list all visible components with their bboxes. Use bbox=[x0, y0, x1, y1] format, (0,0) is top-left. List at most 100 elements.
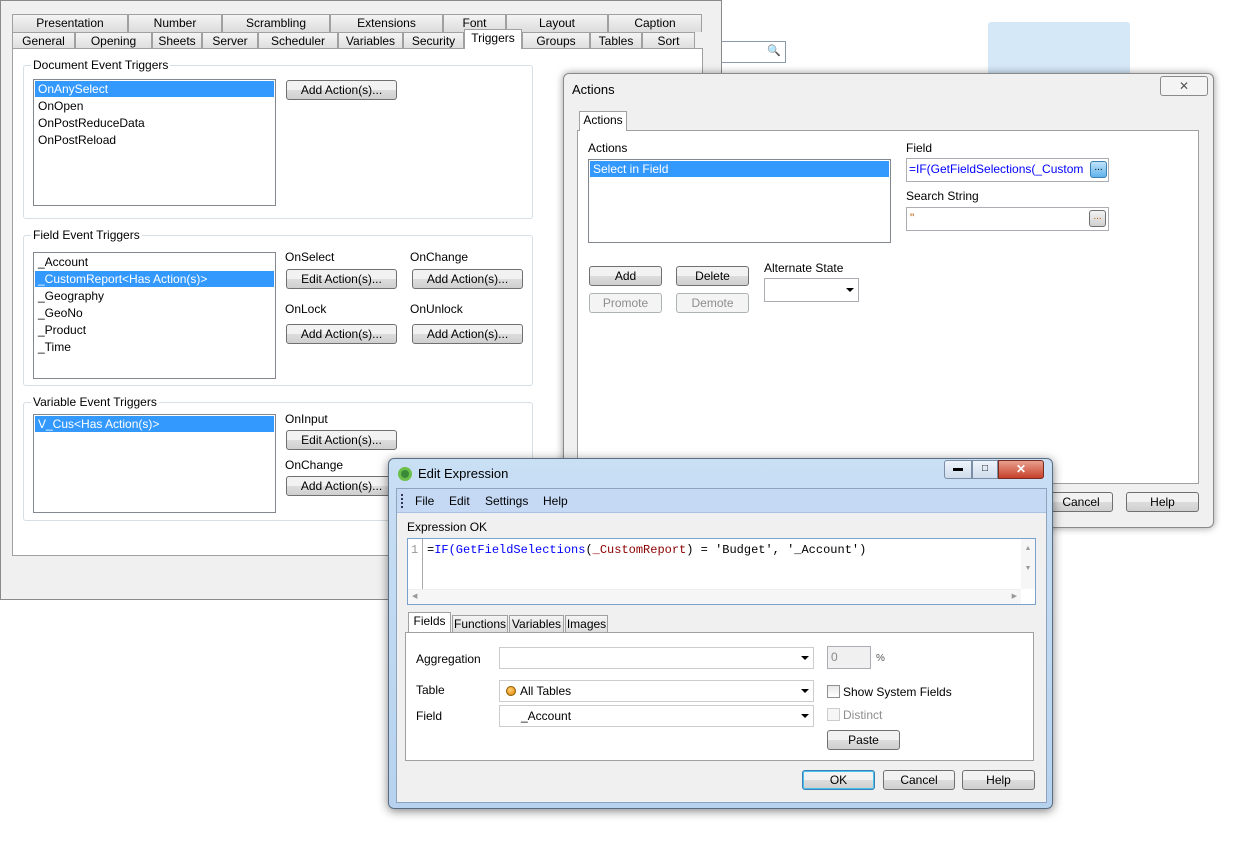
expr-token: IF(GetFieldSelections bbox=[434, 543, 586, 557]
onlock-add-action-button[interactable]: Add Action(s)... bbox=[286, 324, 397, 344]
variable-triggers-list[interactable]: V_Cus<Has Action(s)> bbox=[33, 414, 276, 513]
onunlock-label: OnUnlock bbox=[410, 302, 463, 316]
gutter-divider bbox=[422, 539, 423, 589]
delete-button[interactable]: Delete bbox=[676, 266, 749, 286]
tab-actions[interactable]: Actions bbox=[579, 111, 627, 131]
onselect-label: OnSelect bbox=[285, 250, 335, 264]
tab-functions[interactable]: Functions bbox=[452, 615, 508, 633]
maximize-button[interactable]: □ bbox=[972, 460, 998, 479]
close-button[interactable]: ✕ bbox=[1160, 76, 1208, 96]
expr-token: ) = 'Budget', '_Account') bbox=[686, 543, 867, 557]
cancel-button[interactable]: Cancel bbox=[883, 770, 955, 790]
search-string-expression-button[interactable]: ... bbox=[1089, 210, 1106, 227]
add-button[interactable]: Add bbox=[589, 266, 662, 286]
tab-extensions[interactable]: Extensions bbox=[330, 14, 443, 32]
dialog-title: Actions bbox=[572, 82, 615, 97]
list-item[interactable]: _Account bbox=[35, 254, 274, 270]
onchange-label: OnChange bbox=[285, 458, 344, 472]
help-button[interactable]: Help bbox=[962, 770, 1035, 790]
dialog-title: Edit Expression bbox=[418, 466, 509, 481]
promote-button[interactable]: Promote bbox=[589, 293, 662, 313]
search-icon: 🔍 bbox=[767, 45, 781, 57]
percent-sign: % bbox=[876, 653, 885, 664]
list-item[interactable]: _GeoNo bbox=[35, 305, 274, 321]
tab-presentation[interactable]: Presentation bbox=[12, 14, 128, 32]
onchange-add-action-button[interactable]: Add Action(s)... bbox=[286, 476, 397, 496]
table-value: All Tables bbox=[520, 684, 572, 698]
list-item[interactable]: _CustomReport<Has Action(s)> bbox=[35, 271, 274, 287]
tab-fields[interactable]: Fields bbox=[408, 612, 451, 632]
qlik-logo-icon bbox=[398, 467, 412, 481]
add-action-button[interactable]: Add Action(s)... bbox=[286, 80, 397, 100]
paste-button[interactable]: Paste bbox=[827, 730, 900, 750]
table-dot-icon bbox=[506, 686, 516, 696]
ok-button[interactable]: OK bbox=[802, 770, 875, 790]
field-event-triggers-group: Field Event Triggers _Account _CustomRepo… bbox=[23, 228, 533, 386]
onchange-add-action-button[interactable]: Add Action(s)... bbox=[412, 269, 523, 289]
expression-text: =IF(GetFieldSelections(_CustomReport) = … bbox=[427, 543, 866, 557]
help-button[interactable]: Help bbox=[1126, 492, 1199, 512]
distinct-checkbox[interactable] bbox=[827, 708, 840, 721]
actions-list[interactable]: Select in Field bbox=[588, 159, 891, 243]
show-system-fields-checkbox[interactable] bbox=[827, 685, 840, 698]
tab-images[interactable]: Images bbox=[565, 615, 608, 633]
fields-panel: Aggregation 0 % Table All Tables Show Sy… bbox=[405, 632, 1034, 761]
list-item[interactable]: OnOpen bbox=[35, 98, 274, 114]
list-item[interactable]: Select in Field bbox=[590, 161, 889, 177]
minimize-button[interactable]: ▬ bbox=[944, 460, 972, 479]
tab-number[interactable]: Number bbox=[128, 14, 222, 32]
menu-help[interactable]: Help bbox=[543, 494, 568, 508]
cancel-button[interactable]: Cancel bbox=[1049, 492, 1113, 512]
field-triggers-list[interactable]: _Account _CustomReport<Has Action(s)> _Geo… bbox=[33, 252, 276, 379]
onunlock-add-action-button[interactable]: Add Action(s)... bbox=[412, 324, 523, 344]
demote-button[interactable]: Demote bbox=[676, 293, 749, 313]
tab-triggers[interactable]: Triggers bbox=[464, 29, 522, 49]
field-select[interactable]: _Account bbox=[499, 705, 814, 727]
line-number: 1 bbox=[411, 543, 419, 557]
search-string-input[interactable]: " ... bbox=[906, 207, 1109, 231]
field-value: _Account bbox=[521, 709, 572, 723]
list-item[interactable]: OnAnySelect bbox=[35, 81, 274, 97]
menu-file[interactable]: File bbox=[415, 494, 434, 508]
field-expression-button[interactable]: ... bbox=[1090, 161, 1107, 178]
expression-editor[interactable]: 1 =IF(GetFieldSelections(_CustomReport) … bbox=[407, 538, 1036, 605]
expr-token: _CustomReport bbox=[592, 543, 687, 557]
list-item[interactable]: _Time bbox=[35, 339, 274, 355]
horizontal-scrollbar[interactable]: ◀ ▶ bbox=[408, 589, 1021, 604]
distinct-label: Distinct bbox=[843, 708, 883, 722]
table-select[interactable]: All Tables bbox=[499, 680, 814, 702]
field-value: =IF(GetFieldSelections(_Custom bbox=[909, 162, 1084, 176]
field-label: Field bbox=[416, 709, 443, 723]
document-triggers-list[interactable]: OnAnySelect OnOpen OnPostReduceData OnPostR… bbox=[33, 79, 276, 206]
show-system-fields-label: Show System Fields bbox=[843, 685, 952, 699]
menu-bar: File Edit Settings Help bbox=[397, 489, 1046, 513]
edit-expression-dialog: Edit Expression ▬ □ ✕ File Edit Settings… bbox=[388, 458, 1053, 809]
tab-scrambling[interactable]: Scrambling bbox=[222, 14, 330, 32]
alternate-state-select[interactable] bbox=[764, 278, 859, 302]
list-item[interactable]: OnPostReduceData bbox=[35, 115, 274, 131]
list-item[interactable]: V_Cus<Has Action(s)> bbox=[35, 416, 274, 432]
list-item[interactable]: OnPostReload bbox=[35, 132, 274, 148]
aggregation-select[interactable] bbox=[499, 647, 814, 669]
close-button[interactable]: ✕ bbox=[998, 460, 1044, 479]
tab-caption[interactable]: Caption bbox=[608, 14, 702, 32]
menu-settings[interactable]: Settings bbox=[485, 494, 528, 508]
list-item[interactable]: _Product bbox=[35, 322, 274, 338]
onselect-edit-action-button[interactable]: Edit Action(s)... bbox=[286, 269, 397, 289]
chevron-down-icon bbox=[801, 656, 809, 660]
tab-variables[interactable]: Variables bbox=[509, 615, 564, 633]
grip-icon bbox=[401, 494, 403, 508]
percent-input[interactable]: 0 bbox=[827, 646, 871, 669]
table-label: Table bbox=[416, 683, 445, 697]
chevron-down-icon bbox=[801, 714, 809, 718]
oninput-edit-action-button[interactable]: Edit Action(s)... bbox=[286, 430, 397, 450]
field-input[interactable]: =IF(GetFieldSelections(_Custom ... bbox=[906, 158, 1109, 182]
search-string-value: " bbox=[910, 211, 915, 225]
list-item[interactable]: _Geography bbox=[35, 288, 274, 304]
chevron-down-icon bbox=[846, 288, 854, 292]
expression-body: File Edit Settings Help Expression OK 1 … bbox=[396, 488, 1047, 803]
vertical-scrollbar[interactable]: ▲ ▼ bbox=[1021, 539, 1035, 589]
group-title: Field Event Triggers bbox=[31, 228, 142, 242]
menu-edit[interactable]: Edit bbox=[449, 494, 470, 508]
group-title: Variable Event Triggers bbox=[31, 395, 159, 409]
